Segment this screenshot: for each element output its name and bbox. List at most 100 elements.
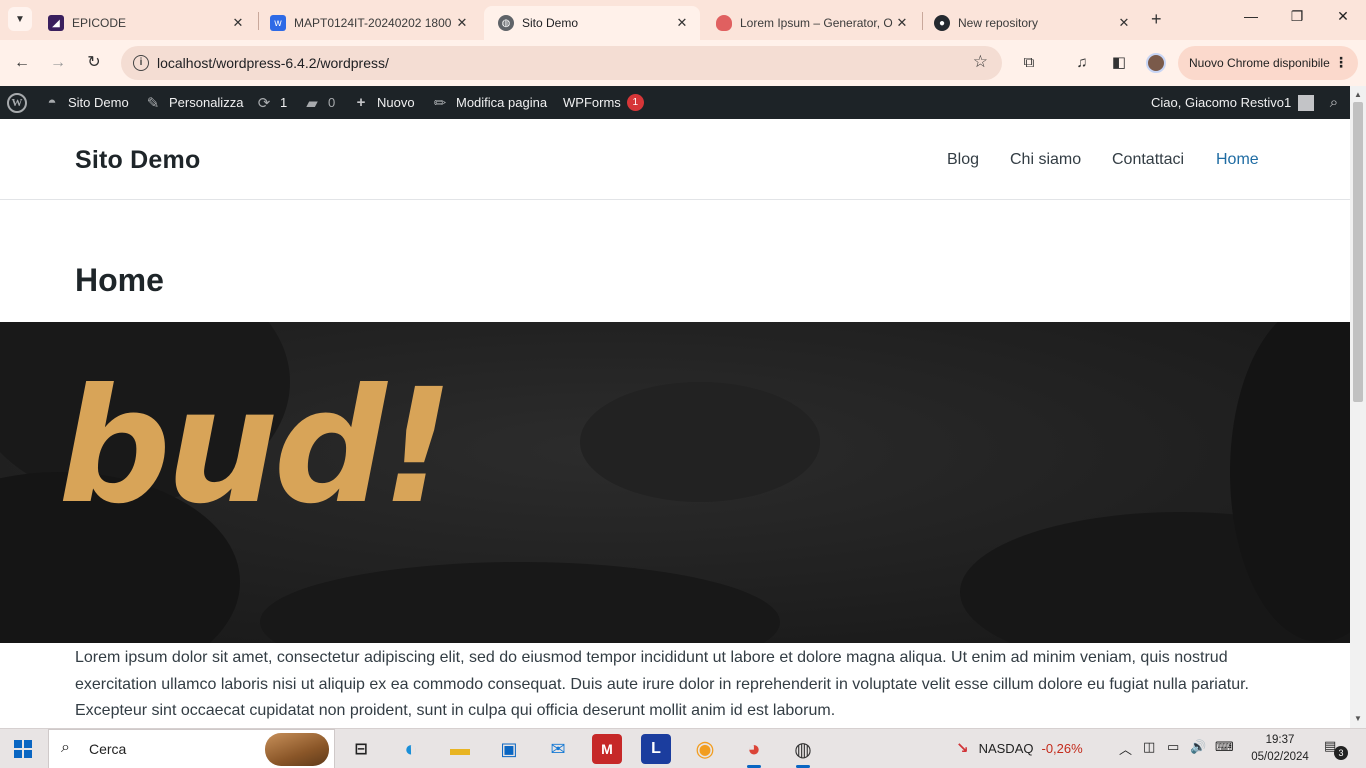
page-scrollbar[interactable]: ▲ ▼ <box>1350 86 1366 729</box>
hero-heading: bud! <box>58 355 454 539</box>
mcafee-shield-icon[interactable]: M <box>592 734 622 764</box>
close-window-icon[interactable]: ✕ <box>1331 8 1355 25</box>
battery-icon[interactable]: ▭ <box>1167 739 1179 755</box>
browser-tab-epicode[interactable]: ◢ EPICODE ✕ <box>34 6 256 40</box>
windows-taskbar: ⌕ Cerca ⊟ ◐ ▬ ▣ ✉ M L ◉ ◕ ◍ ↘ NASDAQ -0,… <box>0 728 1366 768</box>
scroll-up-arrow-icon[interactable]: ▲ <box>1350 88 1366 102</box>
mail-icon[interactable]: ✉ <box>543 734 573 764</box>
updates-count: 1 <box>280 95 288 110</box>
epicode-icon: ◢ <box>48 15 64 31</box>
profile-avatar[interactable] <box>1146 53 1166 73</box>
scroll-down-arrow-icon[interactable]: ▼ <box>1350 712 1366 726</box>
wp-admin-bar: W ◓ Sito Demo ✎ Personalizza ⟳ 1 ▰ 0 + N… <box>0 86 1350 119</box>
back-arrow-icon[interactable]: ← <box>11 52 33 74</box>
notification-center-button[interactable]: ▤ 3 <box>1324 738 1348 760</box>
scrollbar-thumb[interactable] <box>1353 102 1363 402</box>
github-desktop-icon[interactable]: ◍ <box>788 734 818 768</box>
media-control-icon[interactable]: ♫ <box>1071 52 1093 74</box>
wordpress-logo-button[interactable]: W <box>7 86 27 119</box>
webflow-icon: w <box>270 15 286 31</box>
browser-tab-lorem[interactable]: Lorem Ipsum – Generator, O ✕ <box>702 6 920 40</box>
tab-label: Sito Demo <box>522 16 579 30</box>
chevron-up-icon[interactable]: ︿ <box>1119 739 1132 758</box>
github-icon: ● <box>934 15 950 31</box>
notification-count-badge: 3 <box>1334 746 1348 760</box>
search-icon: ⌕ <box>61 739 70 756</box>
updates-refresh-icon: ⟳ <box>257 94 271 112</box>
wordpress-logo-icon: W <box>7 92 27 113</box>
clock-time: 19:37 <box>1265 734 1295 746</box>
admin-bar-wpforms-label: WPForms <box>563 95 621 110</box>
new-tab-plus-icon[interactable]: + <box>1151 9 1162 29</box>
bookmark-star-icon[interactable]: ☆ <box>973 52 988 72</box>
l-app-icon[interactable]: L <box>641 734 671 764</box>
admin-bar-customize-label: Personalizza <box>169 95 244 110</box>
tab-search-button[interactable]: ▼ <box>8 7 32 31</box>
site-info-icon[interactable]: i <box>133 55 149 71</box>
close-tab-icon[interactable]: ✕ <box>230 15 246 31</box>
chrome-update-button[interactable]: Nuovo Chrome disponibile ⋮ <box>1178 46 1358 80</box>
stock-ticker-widget[interactable]: ↘ NASDAQ -0,26% <box>956 739 1083 757</box>
restore-icon[interactable]: ❐ <box>1285 8 1309 25</box>
admin-bar-comments-link[interactable]: ▰ 0 <box>303 86 335 119</box>
nav-link-chi-siamo[interactable]: Chi siamo <box>1010 151 1081 169</box>
page-title: Home <box>75 262 164 298</box>
tab-label: Lorem Ipsum – Generator, O <box>740 16 893 30</box>
plus-icon: + <box>356 94 366 111</box>
admin-bar-site-link[interactable]: ◓ Sito Demo <box>43 86 128 119</box>
address-bar[interactable]: i localhost/wordpress-6.4.2/wordpress/ ☆ <box>121 46 1002 80</box>
address-url[interactable]: localhost/wordpress-6.4.2/wordpress/ <box>157 55 389 71</box>
web-page: Sito Demo Blog Chi siamo Contattaci Home… <box>0 119 1350 729</box>
search-icon: ⌕ <box>1329 94 1339 111</box>
minimize-icon[interactable]: — <box>1239 8 1263 24</box>
close-tab-icon[interactable]: ✕ <box>454 15 470 31</box>
admin-bar-search-button[interactable]: ⌕ <box>1325 86 1343 119</box>
nav-link-blog[interactable]: Blog <box>947 151 979 169</box>
stock-down-chart-icon: ↘ <box>956 740 969 757</box>
reload-icon[interactable]: ↻ <box>83 52 105 74</box>
close-tab-icon[interactable]: ✕ <box>1116 15 1132 31</box>
file-explorer-icon[interactable]: ▬ <box>445 734 475 764</box>
nav-link-home[interactable]: Home <box>1216 151 1259 169</box>
extensions-puzzle-icon[interactable]: ⧉ <box>1018 52 1040 74</box>
keyboard-icon[interactable]: ⌨ <box>1215 739 1234 755</box>
windows-start-icon[interactable] <box>14 740 32 758</box>
admin-bar-updates-link[interactable]: ⟳ 1 <box>255 86 288 119</box>
edge-browser-icon[interactable]: ◐ <box>396 734 426 764</box>
task-view-icon[interactable]: ⊟ <box>346 734 376 764</box>
browser-tab-sito-demo[interactable]: ◍ Sito Demo ✕ <box>484 6 700 40</box>
meet-now-icon[interactable]: ◫ <box>1143 739 1155 755</box>
admin-bar-new-link[interactable]: + Nuovo <box>352 86 415 119</box>
tab-label: MAPT0124IT-20240202 1800 <box>294 16 452 30</box>
admin-bar-new-label: Nuovo <box>377 95 415 110</box>
hero-cover-block: bud! <box>0 322 1350 643</box>
system-clock[interactable]: 19:37 05/02/2024 <box>1250 732 1310 766</box>
browser-tab-mapt[interactable]: w MAPT0124IT-20240202 1800 ✕ <box>256 6 480 40</box>
admin-bar-customize-link[interactable]: ✎ Personalizza <box>144 86 244 119</box>
site-title-link[interactable]: Sito Demo <box>75 146 200 175</box>
comment-bubble-icon: ▰ <box>306 94 318 112</box>
browser-toolbar: ← → ↻ i localhost/wordpress-6.4.2/wordpr… <box>0 40 1366 86</box>
browser-tab-strip: ▼ ◢ EPICODE ✕ w MAPT0124IT-20240202 1800… <box>0 0 1366 40</box>
forward-arrow-icon[interactable]: → <box>47 52 69 74</box>
clock-date: 05/02/2024 <box>1251 751 1309 763</box>
microsoft-store-icon[interactable]: ▣ <box>494 734 524 764</box>
close-tab-icon[interactable]: ✕ <box>894 15 910 31</box>
nav-link-contattaci[interactable]: Contattaci <box>1112 151 1184 169</box>
opera-gx-icon[interactable]: ◉ <box>690 734 720 764</box>
tab-label: EPICODE <box>72 16 127 30</box>
admin-bar-wpforms-link[interactable]: WPForms 1 <box>563 86 644 119</box>
paintbrush-icon: ✎ <box>146 94 160 112</box>
menu-dots-icon[interactable]: ⋮ <box>1334 54 1348 71</box>
taskbar-search-box[interactable]: ⌕ Cerca <box>48 729 335 768</box>
chrome-icon[interactable]: ◕ <box>739 734 769 768</box>
admin-bar-account-link[interactable]: Ciao, Giacomo Restivo1 <box>1151 86 1315 119</box>
update-label: Nuovo Chrome disponibile <box>1189 56 1330 70</box>
side-panel-icon[interactable]: ◧ <box>1108 52 1130 74</box>
volume-icon[interactable]: 🔊 <box>1190 739 1206 755</box>
browser-tab-github[interactable]: ● New repository ✕ <box>920 6 1142 40</box>
tab-label: New repository <box>958 16 1039 30</box>
admin-bar-edit-page-link[interactable]: ✏ Modifica pagina <box>431 86 547 119</box>
close-tab-icon[interactable]: ✕ <box>674 15 690 31</box>
comments-count: 0 <box>328 95 336 110</box>
